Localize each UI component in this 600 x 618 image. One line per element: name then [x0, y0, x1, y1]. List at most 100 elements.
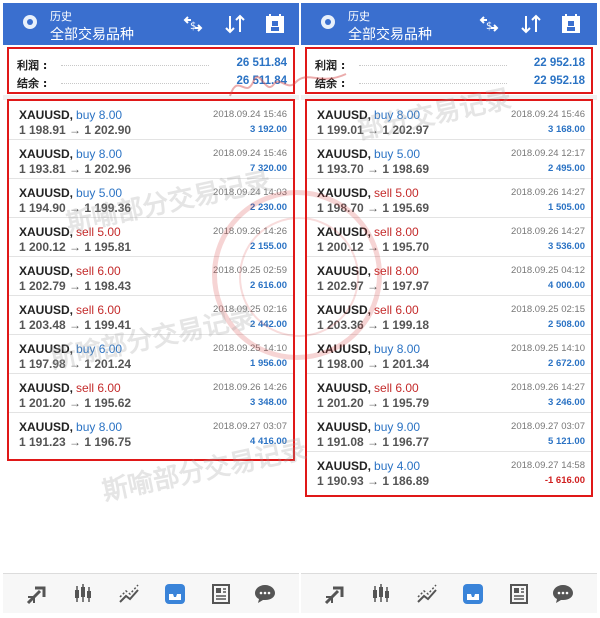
sort-icon[interactable]: [519, 13, 543, 35]
trade-profit: 3 246.00: [548, 397, 585, 408]
trade-side: sell 5.00: [374, 186, 419, 200]
trade-symbol: XAUUSD, sell 6.00: [317, 381, 419, 395]
trade-date: 2018.09.26 14:27: [511, 226, 585, 237]
trade-profit: 2 442.00: [250, 319, 287, 330]
trade-side: sell 6.00: [76, 264, 121, 278]
profit-value: 26 511.84: [236, 57, 287, 69]
chart-icon[interactable]: [415, 582, 439, 606]
symbol-name: XAUUSD,: [317, 264, 372, 278]
sort-icon[interactable]: [223, 13, 247, 35]
trade-row[interactable]: XAUUSD, buy 4.00 1 190.93 → 1 186.89 2018.0…: [307, 452, 591, 491]
balance-value: 26 511.84: [236, 75, 287, 87]
trade-side: sell 6.00: [76, 303, 121, 317]
trade-row[interactable]: XAUUSD, sell 6.00 1 203.48 → 1 199.41 2018.…: [9, 296, 293, 335]
account-summary: 利润 : 22 952.18 结余 : 22 952.18: [305, 47, 593, 94]
symbol-name: XAUUSD,: [19, 186, 74, 200]
trade-profit: 2 508.00: [548, 319, 585, 330]
trade-icon[interactable]: [163, 582, 187, 606]
chart-icon[interactable]: [117, 582, 141, 606]
trade-prices: 1 203.36 → 1 199.18: [317, 318, 430, 332]
trade-row[interactable]: XAUUSD, buy 8.00 1 191.23 → 1 196.75 2018.0…: [9, 413, 293, 452]
chat-icon[interactable]: [253, 582, 277, 606]
trade-profit: 2 155.00: [250, 241, 287, 252]
trade-profit: 3 348.00: [250, 397, 287, 408]
trade-symbol: XAUUSD, sell 6.00: [317, 303, 419, 317]
quotes-icon[interactable]: [71, 582, 95, 606]
trade-row[interactable]: XAUUSD, sell 8.00 1 200.12 → 1 195.70 2018.…: [307, 218, 591, 257]
trade-date: 2018.09.24 15:46: [213, 148, 287, 159]
calendar-icon[interactable]: [263, 13, 287, 35]
trade-row[interactable]: XAUUSD, buy 5.00 1 194.90 → 1 199.36 2018.0…: [9, 179, 293, 218]
menu-app-icon[interactable]: [321, 15, 335, 29]
new-order-icon[interactable]: [25, 582, 49, 606]
trade-row[interactable]: XAUUSD, sell 6.00 1 201.20 → 1 195.62 2018.…: [9, 374, 293, 413]
quotes-icon[interactable]: [369, 582, 393, 606]
trade-symbol: XAUUSD, buy 5.00: [19, 186, 122, 200]
trade-date: 2018.09.25 14:10: [511, 343, 585, 354]
trade-row[interactable]: XAUUSD, buy 5.00 1 193.70 → 1 198.69 2018.0…: [307, 140, 591, 179]
trade-row[interactable]: XAUUSD, buy 8.00 1 199.01 → 1 202.97 2018.0…: [307, 101, 591, 140]
symbol-name: XAUUSD,: [19, 420, 74, 434]
symbol-name: XAUUSD,: [317, 147, 372, 161]
symbol-filter[interactable]: 全部交易品种: [50, 24, 134, 44]
trade-row[interactable]: XAUUSD, buy 6.00 1 197.98 → 1 201.24 2018.0…: [9, 335, 293, 374]
trade-side: buy 5.00: [374, 147, 421, 161]
trade-date: 2018.09.24 14:03: [213, 187, 287, 198]
trade-profit: -1 616.00: [544, 475, 585, 486]
trade-prices: 1 202.97 → 1 197.97: [317, 279, 430, 293]
symbol-name: XAUUSD,: [317, 381, 372, 395]
trade-profit: 2 230.00: [250, 202, 287, 213]
profit-label: 利润 :: [315, 59, 346, 72]
symbol-name: XAUUSD,: [317, 420, 372, 434]
trade-date: 2018.09.26 14:26: [213, 382, 287, 393]
trade-row[interactable]: XAUUSD, sell 6.00 1 201.20 → 1 195.79 2018.…: [307, 374, 591, 413]
trade-row[interactable]: XAUUSD, sell 8.00 1 202.97 → 1 197.97 2018.…: [307, 257, 591, 296]
trade-date: 2018.09.25 02:59: [213, 265, 287, 276]
trade-row[interactable]: XAUUSD, buy 8.00 1 193.81 → 1 202.96 2018.0…: [9, 140, 293, 179]
news-icon[interactable]: [209, 582, 233, 606]
trade-row[interactable]: XAUUSD, sell 6.00 1 203.36 → 1 199.18 2018.…: [307, 296, 591, 335]
page-title: 历史: [348, 11, 370, 23]
trade-date: 2018.09.24 12:17: [511, 148, 585, 159]
trade-symbol: XAUUSD, sell 8.00: [317, 264, 419, 278]
trade-profit: 3 168.00: [548, 124, 585, 135]
trade-date: 2018.09.25 04:12: [511, 265, 585, 276]
top-bar: 历史 全部交易品种 $: [301, 3, 597, 45]
menu-app-icon[interactable]: [23, 15, 37, 29]
trade-side: buy 8.00: [76, 147, 123, 161]
trade-row[interactable]: XAUUSD, sell 5.00 1 200.12 → 1 195.81 2018.…: [9, 218, 293, 257]
symbol-filter[interactable]: 全部交易品种: [348, 24, 432, 44]
bottom-nav: [3, 573, 299, 613]
trade-date: 2018.09.24 15:46: [213, 109, 287, 120]
calendar-icon[interactable]: [559, 13, 583, 35]
chat-icon[interactable]: [551, 582, 575, 606]
dotted-leader: [359, 65, 507, 66]
new-order-icon[interactable]: [323, 582, 347, 606]
currency-exchange-icon[interactable]: $: [181, 13, 205, 35]
trade-profit: 1 956.00: [250, 358, 287, 369]
trade-symbol: XAUUSD, buy 8.00: [317, 108, 420, 122]
trade-prices: 1 198.70 → 1 195.69: [317, 201, 430, 215]
trade-row[interactable]: XAUUSD, buy 9.00 1 191.08 → 1 196.77 2018.0…: [307, 413, 591, 452]
trade-row[interactable]: XAUUSD, buy 8.00 1 198.00 → 1 201.34 2018.0…: [307, 335, 591, 374]
trade-icon[interactable]: [461, 582, 485, 606]
trade-row[interactable]: XAUUSD, sell 6.00 1 202.79 → 1 198.43 2018.…: [9, 257, 293, 296]
symbol-name: XAUUSD,: [317, 459, 372, 473]
currency-exchange-icon[interactable]: $: [477, 13, 501, 35]
trade-symbol: XAUUSD, buy 5.00: [317, 147, 420, 161]
bottom-nav: [301, 573, 597, 613]
trade-prices: 1 199.01 → 1 202.97: [317, 123, 430, 137]
trade-prices: 1 194.90 → 1 199.36: [19, 201, 132, 215]
trade-symbol: XAUUSD, buy 8.00: [19, 147, 122, 161]
trade-date: 2018.09.27 14:58: [511, 460, 585, 471]
balance-value: 22 952.18: [533, 75, 585, 87]
trade-side: sell 8.00: [374, 225, 419, 239]
trade-side: sell 8.00: [374, 264, 419, 278]
trade-row[interactable]: XAUUSD, buy 8.00 1 198.91 → 1 202.90 2018.0…: [9, 101, 293, 140]
trade-row[interactable]: XAUUSD, sell 5.00 1 198.70 → 1 195.69 2018.…: [307, 179, 591, 218]
trade-symbol: XAUUSD, buy 8.00: [19, 420, 122, 434]
news-icon[interactable]: [507, 582, 531, 606]
trade-profit: 2 495.00: [548, 163, 585, 174]
trade-symbol: XAUUSD, sell 6.00: [19, 264, 121, 278]
trade-side: buy 8.00: [374, 108, 421, 122]
